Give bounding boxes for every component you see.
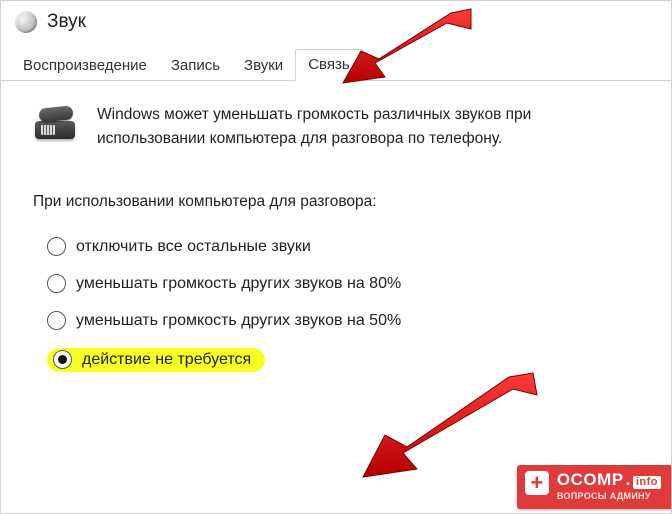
radio-label: действие не требуется bbox=[82, 351, 251, 369]
window-title: Звук bbox=[47, 11, 86, 33]
tab-recording[interactable]: Запись bbox=[159, 51, 232, 81]
sound-settings-window: Звук Воспроизведение Запись Звуки Связь … bbox=[1, 1, 671, 513]
highlight: действие не требуется bbox=[47, 348, 265, 372]
radio-do-nothing[interactable]: действие не требуется bbox=[47, 348, 643, 372]
info-row: Windows может уменьшать громкость различ… bbox=[33, 103, 643, 151]
annotation-arrow-top bbox=[341, 7, 481, 85]
tab-playback[interactable]: Воспроизведение bbox=[11, 51, 159, 81]
info-text: Windows может уменьшать громкость различ… bbox=[97, 103, 643, 151]
radio-label: уменьшать громкость других звуков на 50% bbox=[76, 312, 401, 330]
tab-strip: Воспроизведение Запись Звуки Связь bbox=[1, 47, 671, 81]
radio-indicator bbox=[47, 311, 66, 330]
radio-label: уменьшать громкость других звуков на 80% bbox=[76, 275, 401, 293]
radio-reduce-80[interactable]: уменьшать громкость других звуков на 80% bbox=[47, 274, 643, 293]
radio-label: отключить все остальные звуки bbox=[76, 238, 311, 256]
annotation-arrow-bottom bbox=[361, 369, 541, 479]
radio-indicator bbox=[53, 350, 72, 369]
watermark-tld: info bbox=[633, 476, 661, 489]
speaker-icon bbox=[15, 11, 37, 33]
radio-indicator bbox=[47, 237, 66, 256]
section-label: При использовании компьютера для разгово… bbox=[33, 193, 643, 211]
radio-group: отключить все остальные звуки уменьшать … bbox=[33, 237, 643, 372]
tab-content: Windows может уменьшать громкость различ… bbox=[1, 81, 671, 400]
titlebar: Звук bbox=[1, 1, 671, 47]
watermark-tagline: ВОПРОСЫ АДМИНУ bbox=[557, 492, 661, 501]
watermark-brand: OCOMP bbox=[557, 471, 624, 488]
phone-icon bbox=[33, 103, 79, 145]
radio-indicator bbox=[47, 274, 66, 293]
radio-reduce-50[interactable]: уменьшать громкость других звуков на 50% bbox=[47, 311, 643, 330]
radio-mute-all[interactable]: отключить все остальные звуки bbox=[47, 237, 643, 256]
tab-sounds[interactable]: Звуки bbox=[232, 51, 295, 81]
